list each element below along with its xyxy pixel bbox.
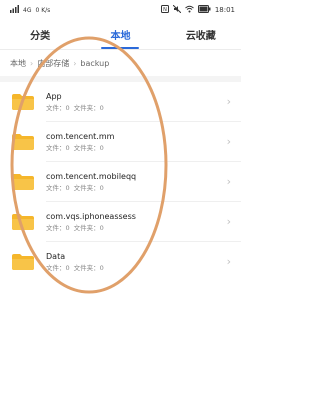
list-item[interactable]: App 文件：0 文件夹：0 › (12, 82, 241, 122)
wifi-icon (184, 5, 194, 15)
breadcrumb: 本地 › 内部存储 › backup (0, 50, 241, 76)
breadcrumb-local[interactable]: 本地 (10, 58, 26, 69)
mute-icon (172, 4, 182, 15)
file-count: 文件：0 (46, 264, 70, 272)
status-right: N 18:01 (160, 4, 235, 15)
chevron-right-icon: › (226, 175, 231, 188)
folder-name: com.tencent.mm (46, 131, 115, 141)
nfc-icon: N (160, 5, 169, 15)
folder-count: 文件夹：0 (73, 183, 104, 192)
chevron-right-icon: › (73, 58, 77, 68)
folder-count: 文件夹：0 (73, 264, 104, 272)
list-item[interactable]: Data 文件：0 文件夹：0 › (12, 242, 241, 282)
list-item[interactable]: com.tencent.mobileqq 文件：0 文件夹：0 › (12, 162, 241, 202)
chevron-right-icon: › (226, 215, 231, 228)
folder-icon (12, 134, 34, 150)
folder-icon (12, 254, 34, 270)
network-type: 4G (23, 6, 32, 14)
tab-local[interactable]: 本地 (80, 27, 160, 49)
folder-icon (12, 94, 34, 110)
folder-name: App (46, 91, 62, 101)
file-count: 文件：0 (46, 183, 70, 192)
battery-icon (197, 5, 211, 15)
chevron-right-icon: › (226, 135, 231, 148)
folder-count: 文件夹：0 (73, 143, 104, 152)
file-count: 文件：0 (46, 103, 70, 112)
svg-text:N: N (163, 7, 167, 13)
net-speed: 0 K/s (35, 6, 51, 14)
tab-bar: 分类 本地 云收藏 (0, 20, 241, 50)
folder-icon (12, 174, 34, 190)
folder-name: com.tencent.mobileqq (46, 171, 137, 181)
chevron-right-icon: › (226, 255, 231, 268)
tab-category[interactable]: 分类 (0, 27, 80, 49)
clock: 18:01 (214, 6, 235, 14)
signal-icon (10, 5, 19, 15)
folder-name: Data (46, 252, 66, 261)
status-bar: 4G 0 K/s N 18:01 (0, 0, 241, 20)
folder-icon (12, 214, 34, 230)
file-count: 文件：0 (46, 143, 70, 152)
folder-name: com.vqs.iphoneassess (46, 211, 136, 221)
folder-list: App 文件：0 文件夹：0 › com.tencent.mm 文件：0 文件夹：0… (0, 82, 241, 282)
chevron-right-icon: › (226, 95, 231, 108)
list-item[interactable]: com.tencent.mm 文件：0 文件夹：0 › (12, 122, 241, 162)
status-left: 4G 0 K/s (10, 5, 50, 15)
breadcrumb-internal-storage[interactable]: 内部存储 (37, 58, 69, 69)
file-count: 文件：0 (46, 223, 70, 232)
folder-count: 文件夹：0 (73, 103, 104, 112)
list-item[interactable]: com.vqs.iphoneassess 文件：0 文件夹：0 › (12, 202, 241, 242)
breadcrumb-backup[interactable]: backup (80, 59, 109, 68)
folder-count: 文件夹：0 (73, 223, 104, 232)
chevron-right-icon: › (30, 58, 34, 68)
tab-cloud-favorites[interactable]: 云收藏 (161, 27, 241, 49)
